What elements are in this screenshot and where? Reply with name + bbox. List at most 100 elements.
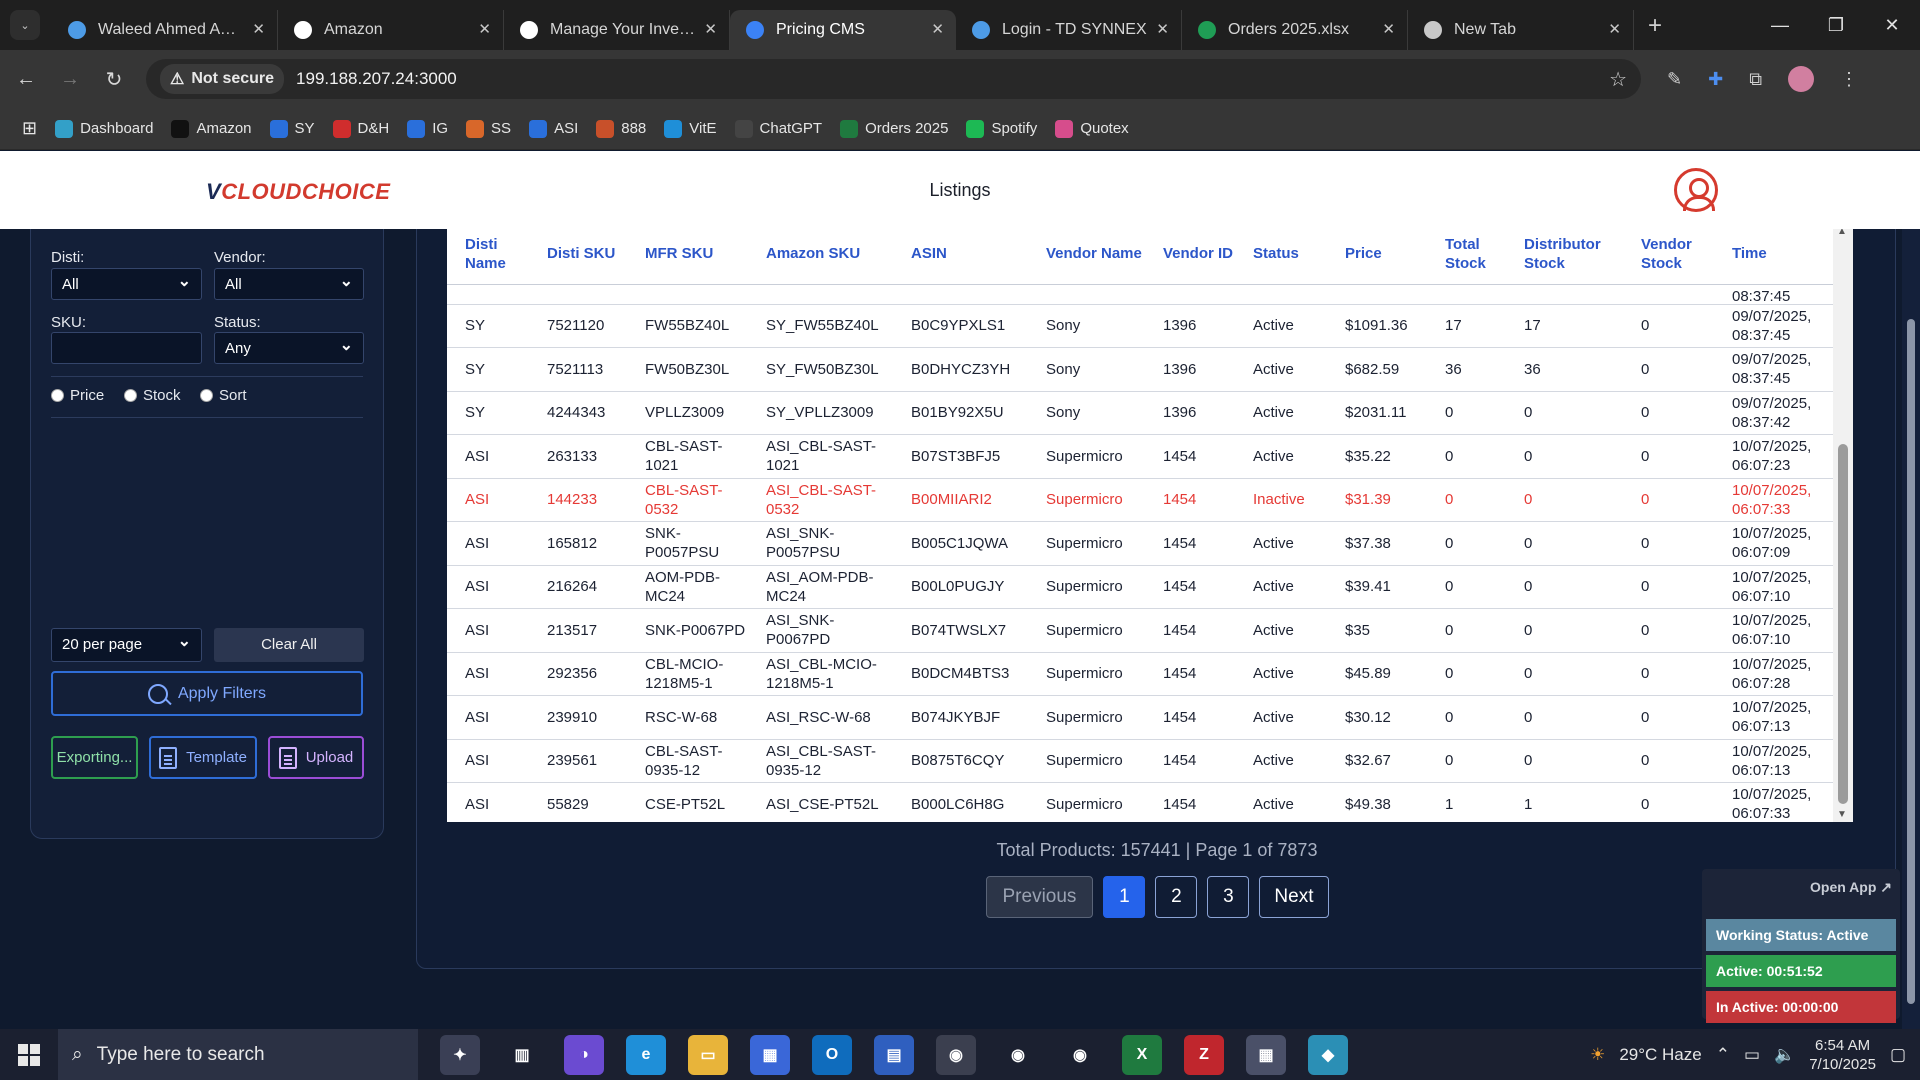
tab-close-icon[interactable]: ✕ [1156,20,1169,38]
table-row[interactable]: SY 7521113 FW50BZ30L SY_FW50BZ30L B0DHYCZ3YH… [447,347,1833,392]
column-header[interactable]: Vendor Stock [1623,229,1714,285]
network-icon[interactable]: ▭ [1744,1045,1760,1065]
table-row[interactable]: ASI 239910 RSC-W-68 ASI_RSC-W-68 B074JKYBJF S… [447,695,1833,740]
browser-tab[interactable]: New Tab ✕ [1408,10,1634,50]
tray-chevron-icon[interactable]: ⌃ [1716,1045,1730,1065]
radio-sort[interactable]: Sort [200,387,247,404]
start-button[interactable] [0,1043,58,1066]
bookmark-star-icon[interactable]: ☆ [1609,67,1627,92]
status-select[interactable]: Any [214,332,364,364]
bookmark-item[interactable]: Dashboard [55,119,153,138]
column-header[interactable]: MFR SKU [627,229,748,285]
scroll-up-icon[interactable]: ▲ [1837,229,1847,237]
bookmark-item[interactable]: D&H [332,119,389,138]
export-button[interactable]: Exporting... [51,736,138,779]
tab-close-icon[interactable]: ✕ [1382,20,1395,38]
bookmark-item[interactable]: SY [269,119,315,138]
apps-grid-icon[interactable]: ⊞ [22,118,37,139]
sku-input[interactable] [51,332,202,364]
bookmark-item[interactable]: ASI [529,119,578,138]
edge-icon[interactable]: e [626,1034,666,1075]
table-row[interactable]: ASI 263133 CBL-SAST-1021 ASI_CBL-SAST-1021 B… [447,434,1833,479]
radio-stock[interactable]: Stock [124,387,181,404]
app-diamond-icon[interactable]: ◆ [1308,1034,1348,1075]
weather-text[interactable]: 29°C Haze [1619,1045,1701,1065]
calendar-icon[interactable]: ▤ [874,1034,914,1075]
notifications-icon[interactable]: ▢ [1890,1045,1906,1065]
column-header[interactable]: Amazon SKU [748,229,893,285]
radio-price[interactable]: Price [51,387,104,404]
bookmark-item[interactable]: VitE [664,119,717,138]
previous-page-button[interactable]: Previous [985,876,1094,918]
column-header[interactable]: Time [1714,229,1833,285]
page-button[interactable]: 2 [1155,876,1198,918]
per-page-select[interactable]: 20 per page [51,628,202,662]
tab-close-icon[interactable]: ✕ [252,20,265,38]
volume-icon[interactable]: 🔈 [1774,1045,1795,1065]
table-row[interactable]: ASI 144233 CBL-SAST-0532 ASI_CBL-SAST-0532 B… [447,478,1833,522]
bookmark-item[interactable]: Amazon [171,119,252,138]
table-row[interactable]: SY 4244343 VPLLZ3009 SY_VPLLZ3009 B01BY92X5U… [447,391,1833,435]
column-header[interactable]: Disti Name [447,229,529,285]
outlook-icon[interactable]: O [812,1034,852,1075]
copilot-app-icon[interactable]: ◑ [564,1034,604,1075]
extensions-icon[interactable]: ⧉ [1749,69,1762,90]
scroll-down-icon[interactable]: ▼ [1837,809,1847,820]
disti-select[interactable]: All [51,268,202,300]
bookmark-item[interactable]: ChatGPT [734,119,822,138]
table-row[interactable]: SY 7521120 FW55BZ40L SY_FW55BZ40L B0C9YPXLS1… [447,304,1833,348]
weather-icon[interactable]: ☀ [1590,1045,1605,1065]
restore-icon[interactable]: ❐ [1808,15,1864,36]
column-header[interactable]: ASIN [893,229,1028,285]
close-window-icon[interactable]: ✕ [1864,15,1920,36]
store-icon[interactable]: ▦ [750,1034,790,1075]
column-header[interactable]: Total Stock [1427,229,1506,285]
chrome-profile-3-icon[interactable]: ◉ [1060,1035,1100,1075]
reload-icon[interactable]: ↻ [96,67,132,92]
table-scrollbar[interactable]: ▲ ▼ [1833,229,1853,822]
column-header[interactable]: Vendor Name [1028,229,1145,285]
column-header[interactable]: Status [1235,229,1327,285]
url-text[interactable]: 199.188.207.24:3000 [296,69,457,89]
security-indicator[interactable]: ⚠ Not secure [160,64,285,94]
filezilla-icon[interactable]: Z [1184,1034,1224,1075]
back-icon[interactable]: ← [8,68,44,91]
bookmark-item[interactable]: SS [466,119,511,138]
browser-menu-icon[interactable]: ⋮ [1840,69,1858,90]
browser-tab[interactable]: Orders 2025.xlsx ✕ [1182,10,1408,50]
table-row[interactable]: ASI 216264 AOM-PDB-MC24 ASI_AOM-PDB-MC24 B00… [447,565,1833,609]
tab-close-icon[interactable]: ✕ [931,20,944,38]
column-header[interactable]: Price [1327,229,1427,285]
table-row[interactable]: ASI 213517 SNK-P0067PD ASI_SNK-P0067PD B074T… [447,608,1833,653]
browser-tab[interactable]: Pricing CMS ✕ [730,10,956,50]
address-bar[interactable]: ⚠ Not secure 199.188.207.24:3000 ☆ [146,59,1641,99]
page-button[interactable]: 3 [1207,876,1250,918]
column-header[interactable]: Disti SKU [529,229,627,285]
forward-icon[interactable]: → [52,68,88,91]
browser-tab[interactable]: Login - TD SYNNEX ✕ [956,10,1182,50]
new-tab-button[interactable]: + [1648,12,1662,40]
extension-puzzle-blue-icon[interactable]: ✚ [1708,69,1723,90]
chrome-profile-2-icon[interactable]: ◉ [998,1035,1038,1075]
user-profile-icon[interactable] [1674,168,1718,212]
table-row[interactable]: ASI 239561 CBL-SAST-0935-12 ASI_CBL-SAST-09… [447,739,1833,783]
page-scrollbar-thumb[interactable] [1907,319,1915,1004]
column-header[interactable]: Distributor Stock [1506,229,1623,285]
browser-tab[interactable]: Waleed Ahmed Awan ✕ [52,10,278,50]
extension-feather-icon[interactable]: ✎ [1667,69,1682,90]
vendor-select[interactable]: All [214,268,364,300]
excel-icon[interactable]: X [1122,1034,1162,1075]
template-button[interactable]: Template [149,736,257,779]
taskbar-search[interactable]: ⌕ Type here to search [58,1029,418,1080]
bookmark-item[interactable]: 888 [596,119,646,138]
browser-tab[interactable]: Amazon ✕ [278,10,504,50]
table-row[interactable]: ASI 55829 CSE-PT52L ASI_CSE-PT52L B000LC6H8G… [447,782,1833,822]
calculator-icon[interactable]: ▦ [1246,1034,1286,1075]
next-page-button[interactable]: Next [1259,876,1329,918]
tab-close-icon[interactable]: ✕ [478,20,491,38]
tab-search-button[interactable]: ⌄ [10,10,40,40]
column-header[interactable]: Vendor ID [1145,229,1235,285]
table-row[interactable]: ASI 292356 CBL-MCIO-1218M5-1 ASI_CBL-MCIO-1… [447,652,1833,696]
clear-all-button[interactable]: Clear All [214,628,364,662]
clock[interactable]: 6:54 AM 7/10/2025 [1809,1036,1876,1074]
